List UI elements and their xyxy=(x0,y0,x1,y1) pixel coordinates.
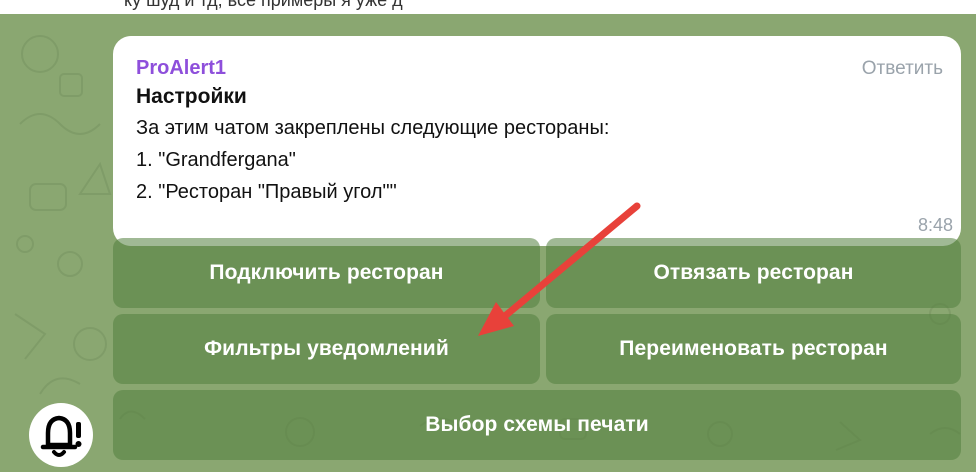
message-line-3: 2. "Ресторан "Правый угол"" xyxy=(136,181,397,203)
chat-area: ProAlert1 Ответить Настройки За этим чат… xyxy=(0,14,976,472)
reply-link[interactable]: Ответить xyxy=(862,58,943,80)
caption-text: ку шуд и тд, все примеры я уже д xyxy=(124,0,403,10)
unlink-restaurant-button[interactable]: Отвязать ресторан xyxy=(546,238,961,308)
message-line-1: За этим чатом закреплены следующие ресто… xyxy=(136,117,610,139)
message-line-2: 1. "Grandfergana" xyxy=(136,149,296,171)
message-time: 8:48 xyxy=(917,215,953,235)
print-scheme-button[interactable]: Выбор схемы печати xyxy=(113,390,961,460)
top-caption: ку шуд и тд, все примеры я уже д xyxy=(0,0,976,14)
bell-alert-icon[interactable] xyxy=(28,402,94,468)
notification-filters-button[interactable]: Фильтры уведомлений xyxy=(113,314,540,384)
connect-restaurant-button[interactable]: Подключить ресторан xyxy=(113,238,540,308)
sender-name[interactable]: ProAlert1 xyxy=(136,54,939,82)
rename-restaurant-button[interactable]: Переименовать ресторан xyxy=(546,314,961,384)
message-title: Настройки xyxy=(136,85,247,108)
message-bubble: ProAlert1 Ответить Настройки За этим чат… xyxy=(113,36,961,246)
